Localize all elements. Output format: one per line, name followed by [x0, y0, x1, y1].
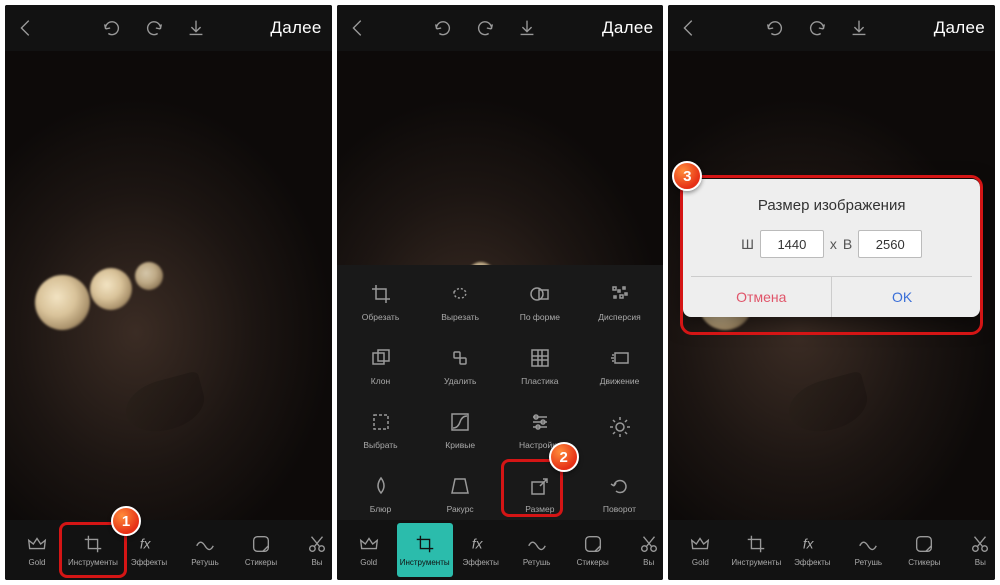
- width-label: Ш: [741, 236, 754, 252]
- tool-shape[interactable]: По форме: [500, 269, 580, 333]
- topbar: Далее: [668, 5, 995, 51]
- bottom-item-crown[interactable]: Gold: [672, 523, 728, 577]
- dimension-row: Ш x В: [691, 230, 972, 258]
- bottom-item-crop[interactable]: Инструменты: [65, 523, 121, 577]
- tool-perspective[interactable]: Ракурс: [420, 461, 500, 525]
- tools-panel: ОбрезатьВырезатьПо формеДисперсия КлонУда…: [337, 265, 664, 520]
- tool-motion[interactable]: Движение: [580, 333, 660, 397]
- bottom-item-fx[interactable]: Эффекты: [453, 523, 509, 577]
- redo-icon[interactable]: [806, 17, 828, 39]
- callout-badge-1: 1: [111, 506, 141, 536]
- topbar: Далее: [337, 5, 664, 51]
- tool-eraser[interactable]: Удалить: [420, 333, 500, 397]
- redo-icon[interactable]: [474, 17, 496, 39]
- image-canvas[interactable]: [5, 51, 332, 520]
- bottom-item-crown[interactable]: Gold: [341, 523, 397, 577]
- tool-lasso[interactable]: Вырезать: [420, 269, 500, 333]
- bottom-item-retouch[interactable]: Ретушь: [840, 523, 896, 577]
- width-input[interactable]: [760, 230, 824, 258]
- height-input[interactable]: [858, 230, 922, 258]
- bottom-toolbar: GoldИнструментыЭффектыРетушьСтикерыВы: [668, 520, 995, 580]
- tool-dispersion[interactable]: Дисперсия: [580, 269, 660, 333]
- ok-button[interactable]: OK: [832, 277, 972, 317]
- tool-enhance[interactable]: [580, 397, 660, 461]
- x-separator: x: [830, 236, 837, 252]
- tool-select[interactable]: Выбрать: [341, 397, 421, 461]
- height-label: В: [843, 236, 852, 252]
- bottom-item-sticker[interactable]: Стикеры: [233, 523, 289, 577]
- tool-blur[interactable]: Блюр: [341, 461, 421, 525]
- bottom-item-crop[interactable]: Инструменты: [397, 523, 453, 577]
- bottom-toolbar: GoldИнструментыЭффектыРетушьСтикерыВы: [5, 520, 332, 580]
- bottom-item-sticker[interactable]: Стикеры: [565, 523, 621, 577]
- tool-clone[interactable]: Клон: [341, 333, 421, 397]
- screen-2: Далее ОбрезатьВырезатьПо формеДисперсия К…: [337, 5, 664, 580]
- topbar: Далее: [5, 5, 332, 51]
- bottom-item-retouch[interactable]: Ретушь: [177, 523, 233, 577]
- next-button[interactable]: Далее: [270, 18, 321, 38]
- download-icon[interactable]: [848, 17, 870, 39]
- next-button[interactable]: Далее: [602, 18, 653, 38]
- screen-3: Далее Размер изображения Ш x В Отмена OK…: [668, 5, 995, 580]
- bottom-item-crown[interactable]: Gold: [9, 523, 65, 577]
- bottom-item-cut[interactable]: Вы: [289, 523, 332, 577]
- download-icon[interactable]: [516, 17, 538, 39]
- tool-crop[interactable]: Обрезать: [341, 269, 421, 333]
- back-icon[interactable]: [678, 17, 700, 39]
- download-icon[interactable]: [185, 17, 207, 39]
- undo-icon[interactable]: [764, 17, 786, 39]
- bottom-item-crop[interactable]: Инструменты: [728, 523, 784, 577]
- callout-badge-2: 2: [549, 442, 579, 472]
- back-icon[interactable]: [347, 17, 369, 39]
- next-button[interactable]: Далее: [934, 18, 985, 38]
- dialog-title: Размер изображения: [691, 197, 972, 214]
- tutorial-screenshots: Далее GoldИнструментыЭффектыРетушьСтикер…: [0, 0, 1000, 585]
- undo-icon[interactable]: [432, 17, 454, 39]
- redo-icon[interactable]: [143, 17, 165, 39]
- bottom-item-cut[interactable]: Вы: [952, 523, 995, 577]
- tool-curves[interactable]: Кривые: [420, 397, 500, 461]
- back-icon[interactable]: [15, 17, 37, 39]
- bottom-item-fx[interactable]: Эффекты: [784, 523, 840, 577]
- bottom-item-sticker[interactable]: Стикеры: [896, 523, 952, 577]
- resize-dialog: Размер изображения Ш x В Отмена OK: [683, 179, 980, 317]
- screen-1: Далее GoldИнструментыЭффектыРетушьСтикер…: [5, 5, 332, 580]
- bottom-toolbar: GoldИнструментыЭффектыРетушьСтикерыВы: [337, 520, 664, 580]
- bottom-item-cut[interactable]: Вы: [621, 523, 664, 577]
- bottom-item-retouch[interactable]: Ретушь: [509, 523, 565, 577]
- cancel-button[interactable]: Отмена: [691, 277, 832, 317]
- tool-rotate[interactable]: Поворот: [580, 461, 660, 525]
- undo-icon[interactable]: [101, 17, 123, 39]
- tool-mesh[interactable]: Пластика: [500, 333, 580, 397]
